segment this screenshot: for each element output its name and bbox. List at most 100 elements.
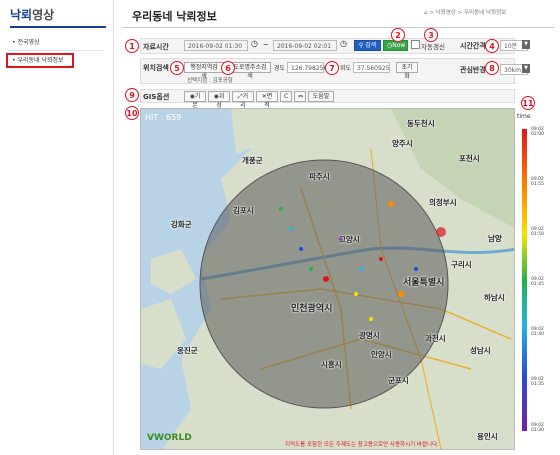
auto-refresh-label: 자동갱신 xyxy=(421,43,445,51)
clock-icon[interactable]: ◷ xyxy=(251,39,258,48)
data-time-label: 자료시간 xyxy=(143,43,169,51)
gis-satellite-button[interactable]: ◉위성 xyxy=(208,91,230,109)
help-button-label: 도움말 xyxy=(312,93,330,100)
range-tilde: ~ xyxy=(263,41,269,49)
map-label: 용인시 xyxy=(477,432,498,441)
callout-2: 2 xyxy=(391,28,405,42)
map-label: 구리시 xyxy=(451,260,472,269)
selected-point-text: 선택지점 : 김포공항 xyxy=(187,78,233,84)
legend-color-bar xyxy=(522,129,527,431)
sidebar-item-label: 우리동네 낙뢰정보 xyxy=(17,57,64,64)
sidebar xyxy=(0,0,114,455)
map-label: 파주시 xyxy=(309,172,330,181)
legend-label: 09.02 01:55 xyxy=(531,177,544,187)
gis-area-button[interactable]: ✕면적 xyxy=(256,91,278,109)
now-button-label: Now xyxy=(392,42,406,49)
sidebar-item-label: 전국영상 xyxy=(17,39,40,46)
map-label: 과천시 xyxy=(425,334,446,343)
home-icon[interactable]: ⌂ xyxy=(424,10,428,16)
help-button[interactable]: 도움말 xyxy=(308,91,334,102)
sidebar-divider xyxy=(10,26,106,28)
map-label: 서울특별시 xyxy=(403,278,445,288)
callout-3: 3 xyxy=(424,28,438,42)
lightning-map[interactable]: HIT : 659 동두천시 양주시 개풍군 포천시 파주시 의정부시 김포시 … xyxy=(140,108,515,450)
search-button[interactable]: ⚲ 검색 xyxy=(354,40,381,51)
map-label: 인천광역시 xyxy=(291,304,333,314)
callout-7: 7 xyxy=(325,61,339,75)
search-button-label: 검색 xyxy=(365,42,377,49)
map-label: 강화군 xyxy=(171,220,192,229)
refresh-glyph: C xyxy=(284,93,289,100)
legend-label: 09.02 01:35 xyxy=(531,377,544,387)
map-label: 시흥시 xyxy=(321,360,342,369)
map-label: 고양시 xyxy=(339,235,360,244)
hit-count: HIT : 659 xyxy=(145,113,182,122)
map-label: 의정부시 xyxy=(429,198,457,207)
refresh-icon[interactable]: C xyxy=(280,91,292,102)
callout-5: 5 xyxy=(170,61,184,75)
clock-icon[interactable]: ◷ xyxy=(340,39,347,48)
gis-distance-button[interactable]: ⤢거리 xyxy=(232,91,254,109)
swap-glyph: ⇔ xyxy=(298,93,304,100)
callout-10: 10 xyxy=(125,106,139,120)
latitude-label: 위도 xyxy=(340,65,352,72)
chevron-down-icon[interactable]: ▼ xyxy=(522,64,530,73)
sidebar-title-prefix: 낙뢰 xyxy=(10,8,33,22)
end-time-input[interactable]: 2016-09-02 02:01 xyxy=(273,40,337,51)
callout-6: 6 xyxy=(221,61,235,75)
breadcrumb-text[interactable]: 낙뢰영상 > 우리동네 낙뢰정보 xyxy=(436,10,507,16)
callout-9: 9 xyxy=(125,88,139,102)
callout-4: 4 xyxy=(485,39,499,53)
title-divider xyxy=(122,27,554,28)
page-title: 우리동네 낙뢰정보 xyxy=(132,10,217,23)
map-label: 하남시 xyxy=(484,293,505,302)
gis-options-label: GIS옵션 xyxy=(143,93,170,101)
auto-refresh-checkbox[interactable] xyxy=(411,40,420,49)
latitude-input[interactable]: 37.560925 xyxy=(353,62,390,73)
map-label: 남양 xyxy=(488,234,502,243)
swap-icon[interactable]: ⇔ xyxy=(294,91,306,102)
callout-8: 8 xyxy=(485,61,499,75)
reset-button[interactable]: 초기화 xyxy=(396,62,418,80)
search-icon: ⚲ xyxy=(358,42,364,49)
breadcrumb: ⌂ > 낙뢰영상 > 우리동네 낙뢰정보 xyxy=(424,10,507,16)
longitude-input[interactable]: 126.798256 xyxy=(287,62,327,73)
time-interval-value: 10분 xyxy=(504,43,518,50)
sidebar-title: 낙뢰영상 xyxy=(10,6,54,23)
map-label: 포천시 xyxy=(459,154,480,163)
callout-1: 1 xyxy=(125,39,139,53)
map-label: 개풍군 xyxy=(242,156,263,165)
longitude-label: 경도 xyxy=(274,65,286,72)
sidebar-title-suffix: 영상 xyxy=(32,8,55,22)
map-label: 동두천시 xyxy=(407,119,435,128)
time-legend: 09.02 02:00 09.02 01:55 09.02 01:50 09.0… xyxy=(522,125,554,440)
map-label: 안양시 xyxy=(371,350,392,359)
gis-basic-button[interactable]: ◉기본 xyxy=(184,91,206,109)
interest-radius-value: 30km xyxy=(504,67,521,74)
legend-label: 09.02 02:00 xyxy=(531,127,544,137)
time-interval-label: 시간간격 xyxy=(460,42,486,50)
map-label: 김포시 xyxy=(233,206,254,215)
map-label: 옹진군 xyxy=(177,346,198,355)
start-time-input[interactable]: 2016-09-02 01:30 xyxy=(184,40,248,51)
legend-label: 09.02 01:40 xyxy=(531,327,544,337)
admin-area-search-button[interactable]: 행정지역검색 xyxy=(184,62,224,80)
interest-radius-label: 관심반경 xyxy=(460,66,486,74)
vworld-logo: VWORLD xyxy=(147,433,192,443)
sidebar-item-local-lightning[interactable]: • 우리동네 낙뢰정보 xyxy=(6,53,74,68)
chevron-down-icon[interactable]: ▼ xyxy=(522,40,530,49)
map-disclaimer: 지적도를 포함한 모든 주제도는 참고용으로만 사용하시기 바랍니다. xyxy=(285,442,439,448)
legend-label: 09.02 01:30 xyxy=(531,423,544,433)
map-label: 양주시 xyxy=(392,139,413,148)
legend-title: time xyxy=(517,113,531,120)
sidebar-item-national-image[interactable]: • 전국영상 xyxy=(8,36,104,50)
legend-label: 09.02 01:45 xyxy=(531,277,544,287)
callout-11: 11 xyxy=(521,96,535,110)
location-search-label: 위치검색 xyxy=(143,64,169,72)
road-address-search-button[interactable]: 도로명주소검색 xyxy=(229,62,271,80)
map-label: 성남시 xyxy=(470,346,491,355)
legend-label: 09.02 01:50 xyxy=(531,227,544,237)
sidebar-separator xyxy=(8,50,104,51)
map-label: 광명시 xyxy=(359,331,380,340)
map-label: 군포시 xyxy=(388,376,409,385)
